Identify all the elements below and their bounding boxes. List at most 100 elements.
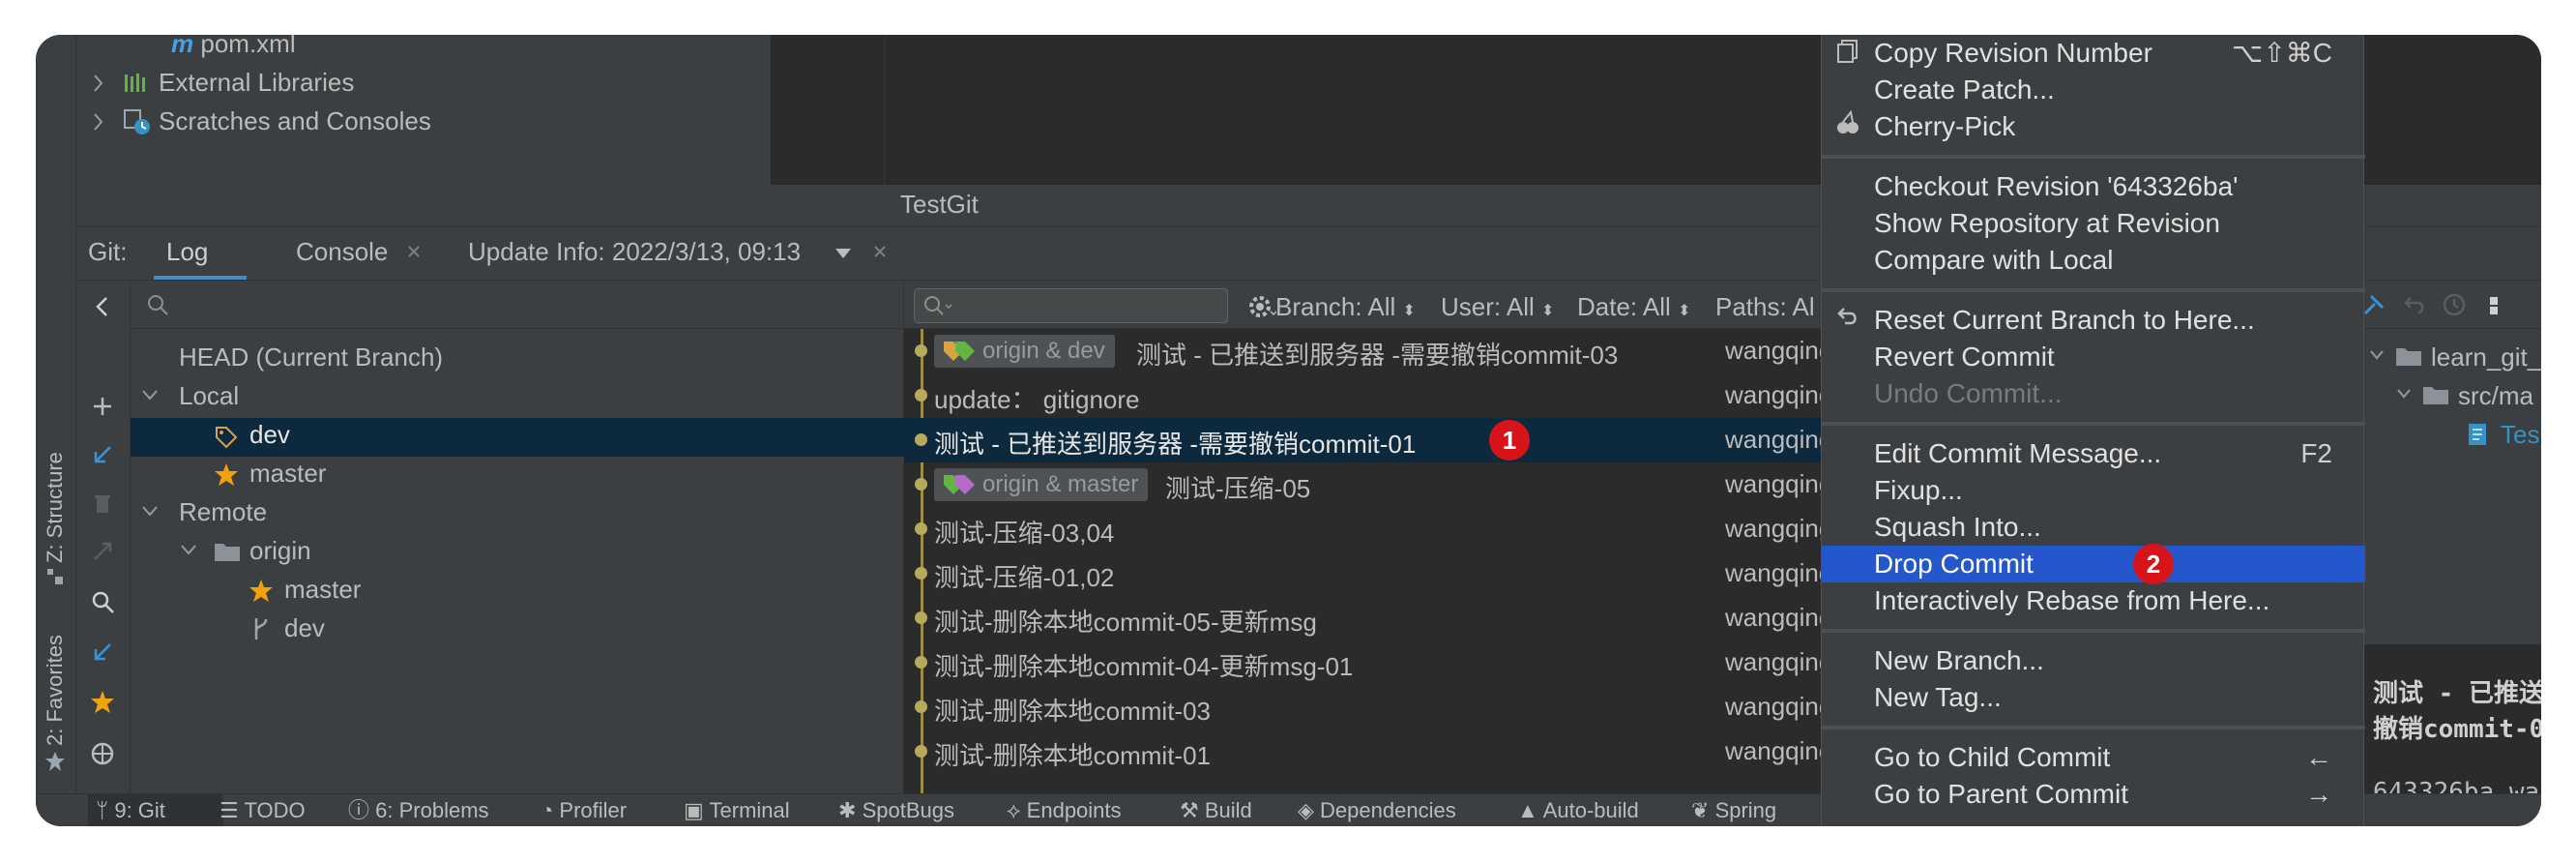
update-arrow-icon[interactable] bbox=[91, 443, 114, 466]
branch-local-master[interactable]: master bbox=[249, 459, 326, 489]
profiler-icon: ◔ bbox=[541, 798, 554, 822]
editor-tab-title[interactable]: TestGit bbox=[900, 190, 979, 220]
commit-row[interactable]: 测试-删除本地commit-03 wangqingli bbox=[904, 685, 1871, 729]
tool-terminal[interactable]: ▣ Terminal bbox=[684, 794, 790, 826]
menu-show-repository[interactable]: Show Repository at Revision bbox=[1822, 205, 2365, 242]
menu-new-tag[interactable]: New Tag... bbox=[1822, 679, 2365, 716]
log-search-input[interactable] bbox=[914, 288, 1228, 323]
back-arrow-icon[interactable] bbox=[91, 295, 114, 318]
tab-console[interactable]: Console bbox=[296, 237, 388, 267]
close-icon[interactable] bbox=[872, 244, 888, 259]
history-icon[interactable] bbox=[2442, 292, 2467, 317]
menu-interactive-rebase[interactable]: Interactively Rebase from Here... bbox=[1822, 582, 2365, 619]
details-tree-root[interactable]: learn_git_ bbox=[2431, 342, 2541, 372]
menu-cherry-pick[interactable]: Cherry-Pick bbox=[1822, 108, 2365, 145]
pin-icon[interactable] bbox=[2361, 292, 2390, 317]
favorites-tool-button[interactable]: 2: Favorites bbox=[43, 635, 68, 746]
chevron-down-icon[interactable] bbox=[834, 247, 852, 260]
menu-reset-branch[interactable]: Reset Current Branch to Here... bbox=[1822, 302, 2365, 339]
menu-drop-commit[interactable]: Drop Commit bbox=[1822, 546, 2365, 582]
tool-git[interactable]: ᛘ 9: Git bbox=[96, 794, 165, 826]
commit-row[interactable]: 测试-删除本地commit-05-更新msg wangqingli bbox=[904, 596, 1871, 640]
branch-local-dev[interactable]: dev bbox=[249, 420, 290, 450]
menu-checkout-revision[interactable]: Checkout Revision '643326ba' bbox=[1822, 168, 2365, 205]
chevron-right-icon[interactable] bbox=[91, 109, 106, 134]
undo-icon[interactable] bbox=[2403, 292, 2428, 317]
editor-gutter-divider bbox=[884, 35, 886, 185]
search-icon bbox=[146, 293, 169, 316]
chevron-down-icon[interactable] bbox=[140, 503, 160, 519]
commit-row[interactable]: 测试-删除本地commit-01 wangqingli bbox=[904, 729, 1871, 774]
merge-icon[interactable] bbox=[91, 540, 114, 563]
branch-remote-master[interactable]: master bbox=[284, 575, 361, 605]
tool-problems[interactable]: ⓘ 6: Problems bbox=[348, 794, 489, 826]
branch-search[interactable] bbox=[131, 281, 904, 329]
chevron-down-icon[interactable] bbox=[140, 387, 160, 402]
menu-revert-commit[interactable]: Revert Commit bbox=[1822, 339, 2365, 375]
remote-origin[interactable]: origin bbox=[249, 536, 311, 566]
details-tree-file[interactable]: Tes bbox=[2501, 420, 2539, 450]
commit-row[interactable]: 测试-压缩-03,04 wangqingli bbox=[904, 507, 1871, 551]
star-icon[interactable] bbox=[90, 690, 115, 715]
search-icon[interactable] bbox=[91, 590, 116, 615]
filter-date[interactable]: Date: All ⬍ bbox=[1577, 292, 1690, 322]
menu-new-branch[interactable]: New Branch... bbox=[1822, 642, 2365, 679]
menu-shortcut: ← bbox=[2305, 742, 2332, 772]
details-tree-child[interactable]: src/ma bbox=[2458, 381, 2533, 411]
tool-auto-build[interactable]: ▲ Auto-build bbox=[1517, 794, 1639, 826]
tree-item-pom[interactable]: m pom.xml bbox=[171, 35, 296, 59]
commit-row[interactable]: origin & master 测试-压缩-05 wangqingli bbox=[904, 462, 1871, 507]
commit-message: 测试-压缩-03,04 bbox=[934, 519, 1115, 548]
commit-row-selected[interactable]: 测试 - 已推送到服务器 -需要撤销commit-01 1 wangqingli bbox=[904, 418, 1844, 462]
tool-spring[interactable]: ❦ Spring bbox=[1691, 794, 1776, 826]
fetch-arrow-icon[interactable] bbox=[91, 640, 114, 664]
menu-edit-commit-message[interactable]: Edit Commit Message... F2 bbox=[1822, 435, 2365, 472]
tab-update-info[interactable]: Update Info: 2022/3/13, 09:13 bbox=[468, 237, 801, 267]
menu-go-to-child[interactable]: Go to Child Commit ← bbox=[1822, 739, 2365, 776]
commit-row[interactable]: 测试-压缩-01,02 wangqingli bbox=[904, 551, 1871, 596]
menu-fixup[interactable]: Fixup... bbox=[1822, 472, 2365, 509]
commit-row[interactable]: origin & dev 测试 - 已推送到服务器 -需要撤销commit-03… bbox=[904, 329, 1871, 373]
star-icon bbox=[249, 579, 274, 604]
close-icon[interactable] bbox=[406, 244, 422, 259]
menu-create-patch[interactable]: Create Patch... bbox=[1822, 72, 2365, 108]
menu-copy-revision-number[interactable]: Copy Revision Number ⌥⇧⌘C bbox=[1822, 35, 2365, 72]
chevron-down-icon[interactable] bbox=[2368, 348, 2386, 362]
details-message-line2: 撤销commit-0 bbox=[2373, 715, 2541, 744]
structure-tool-button[interactable]: Z: Structure bbox=[43, 452, 68, 563]
commit-row[interactable]: update： gitignore wangqingli bbox=[904, 373, 1871, 418]
layout-icon[interactable] bbox=[2488, 294, 2511, 317]
gear-icon[interactable] bbox=[1247, 292, 1276, 321]
delete-icon[interactable] bbox=[91, 491, 114, 515]
tool-dependencies[interactable]: ◈ Dependencies bbox=[1298, 794, 1456, 826]
menu-label: Undo Commit... bbox=[1874, 378, 2063, 408]
tool-spotbugs[interactable]: ✱ SpotBugs bbox=[838, 794, 954, 826]
branch-remote-dev[interactable]: dev bbox=[284, 613, 325, 643]
add-icon[interactable] bbox=[91, 395, 114, 418]
tool-build[interactable]: ⚒ Build bbox=[1180, 794, 1252, 826]
menu-compare-with-local[interactable]: Compare with Local bbox=[1822, 242, 2365, 279]
tool-todo[interactable]: ☰ TODO bbox=[220, 794, 306, 826]
chevron-down-icon[interactable] bbox=[179, 542, 198, 557]
branch-head[interactable]: HEAD (Current Branch) bbox=[179, 342, 443, 372]
branch-group-local[interactable]: Local bbox=[179, 381, 239, 411]
menu-go-to-parent[interactable]: Go to Parent Commit → bbox=[1822, 776, 2365, 813]
tab-log[interactable]: Log bbox=[166, 237, 208, 267]
chevron-right-icon[interactable] bbox=[91, 71, 106, 96]
branch-group-remote[interactable]: Remote bbox=[179, 497, 267, 527]
target-icon[interactable] bbox=[90, 741, 115, 766]
branch-row-selected[interactable] bbox=[131, 418, 904, 457]
filter-paths[interactable]: Paths: Al bbox=[1715, 292, 1815, 322]
ref-tag-label: origin & master bbox=[982, 471, 1139, 497]
tree-item-external-libraries[interactable]: External Libraries bbox=[159, 68, 354, 98]
commit-row[interactable]: 测试-删除本地commit-04-更新msg-01 wangqingli bbox=[904, 640, 1871, 685]
filter-branch[interactable]: Branch: All ⬍ bbox=[1275, 292, 1416, 322]
menu-squash-into[interactable]: Squash Into... bbox=[1822, 509, 2365, 546]
filter-user[interactable]: User: All ⬍ bbox=[1441, 292, 1554, 322]
tool-endpoints[interactable]: ⟡ Endpoints bbox=[1007, 794, 1122, 826]
folder-icon bbox=[2395, 344, 2422, 368]
menu-label: Go to Parent Commit bbox=[1874, 779, 2128, 809]
tree-item-scratches[interactable]: Scratches and Consoles bbox=[159, 106, 431, 136]
tool-profiler[interactable]: ◔ Profiler bbox=[541, 794, 627, 826]
chevron-down-icon[interactable] bbox=[2395, 387, 2413, 401]
